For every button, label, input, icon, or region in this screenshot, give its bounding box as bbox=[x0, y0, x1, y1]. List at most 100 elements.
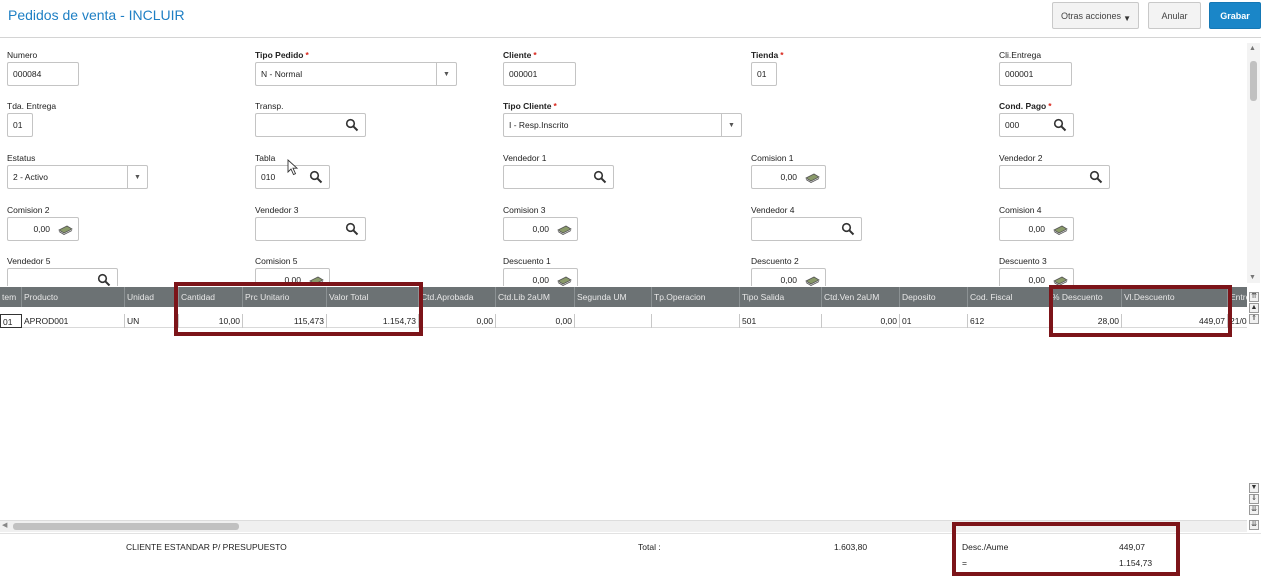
grid-header: tem Producto Unidad Cantidad Prc Unitari… bbox=[0, 287, 1247, 307]
col-cod-fiscal[interactable]: Cod. Fiscal bbox=[968, 287, 1050, 307]
chevron-down-icon[interactable]: ▼ bbox=[721, 114, 741, 136]
scroll-down-icon[interactable]: ▼ bbox=[1249, 274, 1256, 281]
cli-entrega-input[interactable]: 000001 bbox=[999, 62, 1072, 86]
cell-ctd-aprobada[interactable]: 0,00 bbox=[419, 314, 496, 328]
items-grid: tem Producto Unidad Cantidad Prc Unitari… bbox=[0, 287, 1247, 520]
tienda-input[interactable]: 01 bbox=[751, 62, 777, 86]
scroll-left-icon[interactable]: ◀ bbox=[2, 521, 7, 529]
col-valor-total[interactable]: Valor Total bbox=[327, 287, 419, 307]
grid-first-icon[interactable]: ⇈ bbox=[1249, 292, 1259, 302]
cash-icon[interactable] bbox=[557, 223, 572, 235]
col-ctd-aprobada[interactable]: Ctd.Aprobada bbox=[419, 287, 496, 307]
cell-pct-descuento[interactable]: 28,00 bbox=[1050, 314, 1122, 328]
col-tipo-salida[interactable]: Tipo Salida bbox=[740, 287, 822, 307]
chevron-down-icon[interactable]: ▼ bbox=[127, 166, 147, 188]
cell-ctd-lib-2aum[interactable]: 0,00 bbox=[496, 314, 575, 328]
grid-down-icon[interactable]: ▼ bbox=[1249, 483, 1259, 493]
cond-pago-input[interactable]: 000 bbox=[999, 113, 1074, 137]
col-ctd-lib-2aum[interactable]: Ctd.Lib 2aUM bbox=[496, 287, 575, 307]
grid-horizontal-scrollbar[interactable]: ◀ bbox=[0, 520, 1247, 532]
cell-segunda-um[interactable] bbox=[575, 314, 652, 328]
col-item[interactable]: tem bbox=[0, 287, 22, 307]
vendedor3-input[interactable] bbox=[255, 217, 366, 241]
comision2-input[interactable]: 0,00 bbox=[7, 217, 79, 241]
numero-input[interactable]: 000084 bbox=[7, 62, 79, 86]
cell-tp-operacion[interactable] bbox=[652, 314, 740, 328]
cell-deposito[interactable]: 01 bbox=[900, 314, 968, 328]
vendedor5-input[interactable] bbox=[7, 268, 118, 286]
descuento2-input[interactable]: 0,00 bbox=[751, 268, 826, 286]
transp-input[interactable] bbox=[255, 113, 366, 137]
grid-pageup-icon[interactable]: ⇑ bbox=[1249, 314, 1259, 324]
cell-vl-descuento[interactable]: 449,07 bbox=[1122, 314, 1228, 328]
scrollbar-thumb[interactable] bbox=[1250, 61, 1257, 101]
grabar-button[interactable]: Grabar bbox=[1209, 2, 1261, 29]
grid-pagedown-icon[interactable]: ⇓ bbox=[1249, 494, 1259, 504]
col-ctd-ven-2aum[interactable]: Ctd.Ven 2aUM bbox=[822, 287, 900, 307]
form-vertical-scrollbar[interactable]: ▲ ▼ bbox=[1247, 43, 1260, 283]
comision1-input[interactable]: 0,00 bbox=[751, 165, 826, 189]
descuento2-value: 0,00 bbox=[780, 275, 797, 285]
cell-valor-total[interactable]: 1.154,73 bbox=[327, 314, 419, 328]
descuento1-input[interactable]: 0,00 bbox=[503, 268, 578, 286]
tipo-cliente-select[interactable]: I - Resp.Inscrito ▼ bbox=[503, 113, 742, 137]
cash-icon[interactable] bbox=[1053, 274, 1068, 286]
grid-up-icon[interactable]: ▲ bbox=[1249, 303, 1259, 313]
col-prc-unitario[interactable]: Prc Unitario bbox=[243, 287, 327, 307]
search-icon[interactable] bbox=[345, 118, 359, 132]
comision4-input[interactable]: 0,00 bbox=[999, 217, 1074, 241]
cell-unidad[interactable]: UN bbox=[125, 314, 179, 328]
cell-ctd-ven-2aum[interactable]: 0,00 bbox=[822, 314, 900, 328]
search-icon[interactable] bbox=[593, 170, 607, 184]
col-deposito[interactable]: Deposito bbox=[900, 287, 968, 307]
col-segunda-um[interactable]: Segunda UM bbox=[575, 287, 652, 307]
descuento3-input[interactable]: 0,00 bbox=[999, 268, 1074, 286]
grid-last-icon[interactable]: ⇊ bbox=[1249, 505, 1259, 515]
grid-end-icon[interactable]: ⇊ bbox=[1249, 520, 1259, 530]
col-tp-operacion[interactable]: Tp.Operacion bbox=[652, 287, 740, 307]
cash-icon[interactable] bbox=[309, 274, 324, 286]
search-icon[interactable] bbox=[1089, 170, 1103, 184]
search-icon[interactable] bbox=[841, 222, 855, 236]
table-row[interactable]: 01 APROD001 UN 10,00 115,473 1.154,73 0,… bbox=[0, 314, 1247, 328]
col-producto[interactable]: Producto bbox=[22, 287, 125, 307]
search-icon[interactable] bbox=[309, 170, 323, 184]
search-icon[interactable] bbox=[1053, 118, 1067, 132]
comision5-label: Comision 5 bbox=[255, 256, 298, 266]
col-unidad[interactable]: Unidad bbox=[125, 287, 179, 307]
col-pct-descuento[interactable]: % Descuento bbox=[1050, 287, 1122, 307]
scroll-up-icon[interactable]: ▲ bbox=[1249, 45, 1256, 52]
cliente-input[interactable]: 000001 bbox=[503, 62, 576, 86]
anular-button[interactable]: Anular bbox=[1148, 2, 1201, 29]
cash-icon[interactable] bbox=[58, 223, 73, 235]
cell-item[interactable]: 01 bbox=[0, 314, 22, 328]
tda-entrega-input[interactable]: 01 bbox=[7, 113, 33, 137]
vendedor4-input[interactable] bbox=[751, 217, 862, 241]
comision1-label: Comision 1 bbox=[751, 153, 794, 163]
cash-icon[interactable] bbox=[1053, 223, 1068, 235]
cash-icon[interactable] bbox=[805, 171, 820, 183]
search-icon[interactable] bbox=[345, 222, 359, 236]
search-icon[interactable] bbox=[97, 273, 111, 286]
scrollbar-thumb[interactable] bbox=[13, 523, 239, 530]
cash-icon[interactable] bbox=[805, 274, 820, 286]
estatus-select[interactable]: 2 - Activo ▼ bbox=[7, 165, 148, 189]
vendedor2-input[interactable] bbox=[999, 165, 1110, 189]
cash-icon[interactable] bbox=[557, 274, 572, 286]
comision5-input[interactable]: 0,00 bbox=[255, 268, 330, 286]
tipo-pedido-select[interactable]: N - Normal ▼ bbox=[255, 62, 457, 86]
otras-acciones-button[interactable]: Otras acciones ▼ bbox=[1052, 2, 1139, 29]
col-entrega[interactable]: Entre bbox=[1228, 287, 1247, 307]
cell-cod-fiscal[interactable]: 612 bbox=[968, 314, 1050, 328]
cell-cantidad[interactable]: 10,00 bbox=[179, 314, 243, 328]
col-cantidad[interactable]: Cantidad bbox=[179, 287, 243, 307]
col-vl-descuento[interactable]: Vl.Descuento bbox=[1122, 287, 1228, 307]
comision5-value: 0,00 bbox=[284, 275, 301, 285]
vendedor1-input[interactable] bbox=[503, 165, 614, 189]
cell-prc-unitario[interactable]: 115,473 bbox=[243, 314, 327, 328]
comision3-input[interactable]: 0,00 bbox=[503, 217, 578, 241]
cell-tipo-salida[interactable]: 501 bbox=[740, 314, 822, 328]
cell-producto[interactable]: APROD001 bbox=[22, 314, 125, 328]
chevron-down-icon[interactable]: ▼ bbox=[436, 63, 456, 85]
cell-entrega[interactable]: 21/08 bbox=[1228, 314, 1247, 328]
